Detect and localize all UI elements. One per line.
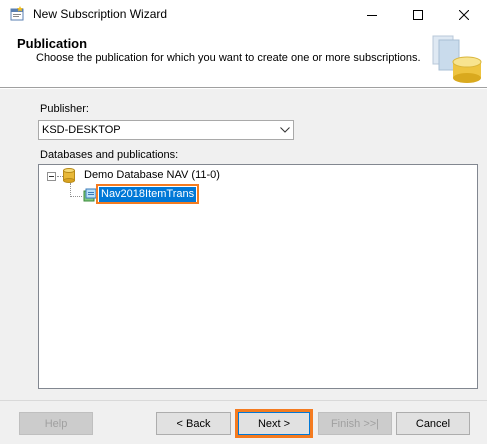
wizard-body: Publisher: KSD-DESKTOP Databases and pub… xyxy=(0,89,487,444)
tree-item-publication[interactable]: Nav2018ItemTrans xyxy=(96,184,200,204)
footer-divider xyxy=(0,400,487,401)
finish-button[interactable]: Finish >>| xyxy=(318,412,392,435)
publisher-label: Publisher: xyxy=(40,103,89,115)
publications-tree[interactable]: Demo Database NAV (11-0) Nav2018ItemTran… xyxy=(38,164,478,389)
title-bar: New Subscription Wizard xyxy=(0,0,487,30)
cancel-button[interactable]: Cancel xyxy=(396,412,470,435)
maximize-button[interactable] xyxy=(395,0,441,30)
wizard-app-icon xyxy=(10,6,24,21)
publisher-value: KSD-DESKTOP xyxy=(42,124,121,136)
page-subtitle: Choose the publication for which you wan… xyxy=(36,52,421,64)
chevron-down-icon xyxy=(280,127,290,133)
page-title: Publication xyxy=(17,36,88,51)
tree-connector xyxy=(70,183,71,197)
close-button[interactable] xyxy=(441,0,487,30)
databases-publications-label: Databases and publications: xyxy=(40,149,179,161)
window-title: New Subscription Wizard xyxy=(33,7,168,21)
collapse-toggle[interactable] xyxy=(47,172,56,181)
publication-label: Nav2018ItemTrans xyxy=(99,187,197,202)
publication-icon xyxy=(83,188,97,202)
minimize-icon xyxy=(367,15,377,16)
close-icon xyxy=(459,10,469,20)
tree-connector xyxy=(70,196,82,197)
minimize-button[interactable] xyxy=(349,0,395,30)
tree-item-database[interactable]: Demo Database NAV (11-0) xyxy=(84,169,220,181)
database-icon xyxy=(63,168,75,183)
maximize-icon xyxy=(413,10,423,20)
wizard-header: Publication Choose the publication for w… xyxy=(0,30,487,88)
publisher-dropdown[interactable]: KSD-DESKTOP xyxy=(38,120,294,140)
back-button[interactable]: < Back xyxy=(156,412,231,435)
database-wizard-graphic xyxy=(432,35,482,83)
next-button[interactable]: Next > xyxy=(238,412,310,435)
help-button[interactable]: Help xyxy=(19,412,93,435)
